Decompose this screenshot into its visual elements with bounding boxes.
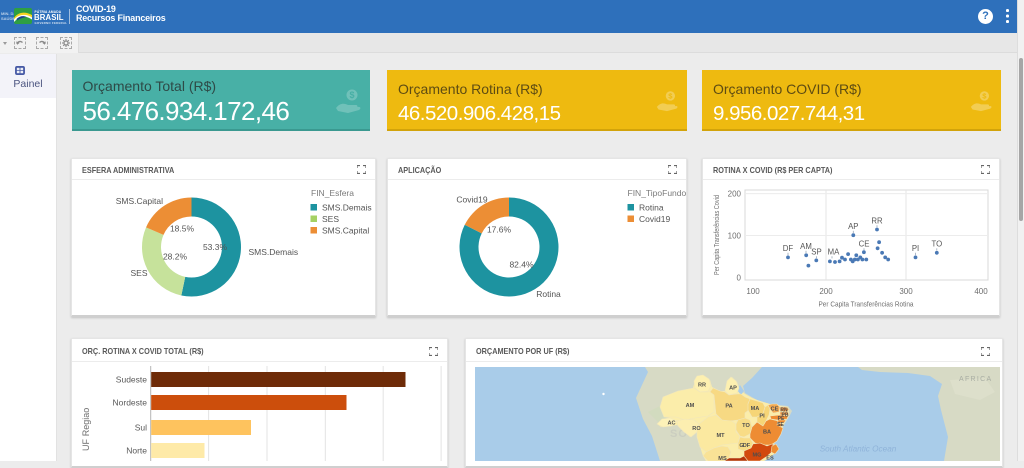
svg-text:$: $: [349, 90, 354, 100]
